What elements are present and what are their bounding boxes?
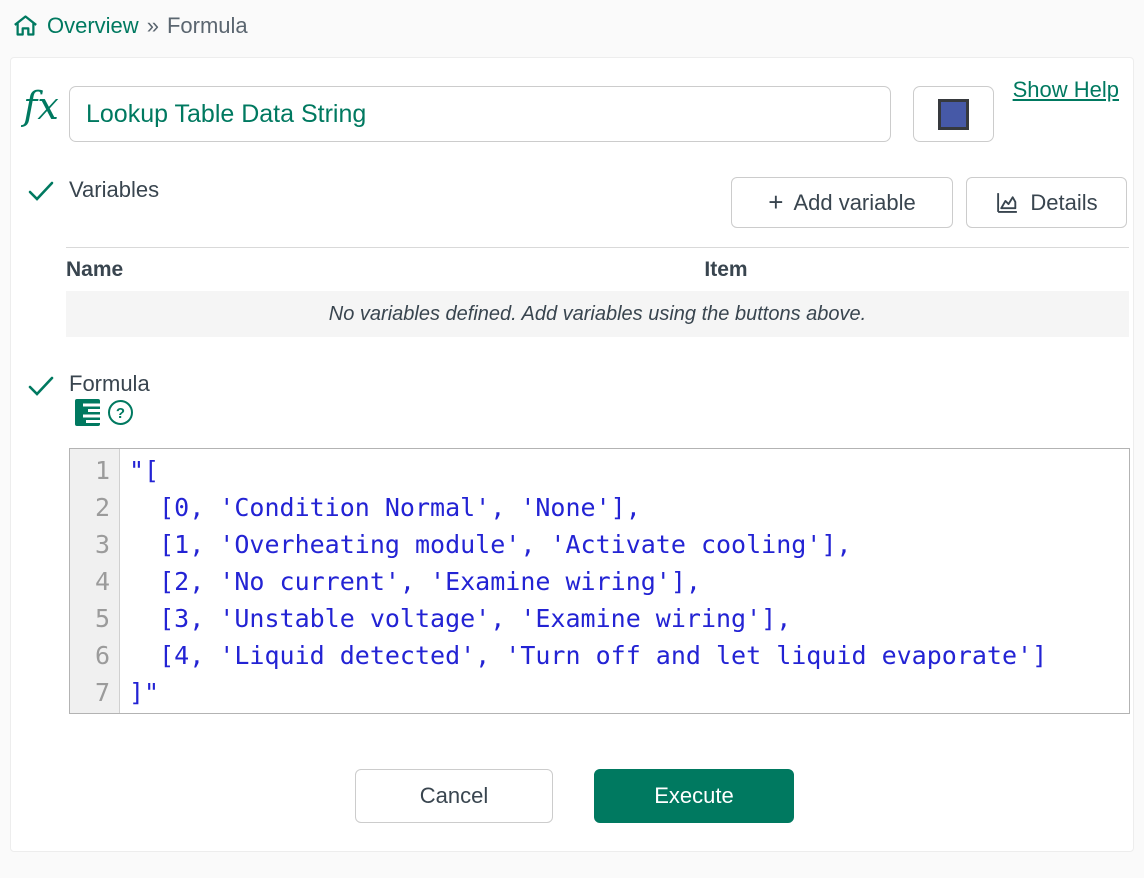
execute-button[interactable]: Execute [594, 769, 794, 823]
variables-check-icon [27, 180, 55, 202]
column-header-item: Item [323, 258, 1129, 282]
color-swatch [938, 99, 969, 130]
details-button[interactable]: Details [966, 177, 1127, 228]
formula-check-icon [27, 375, 55, 397]
variables-table-header: Name Item [66, 247, 1129, 291]
variables-empty-message: No variables defined. Add variables usin… [66, 291, 1129, 337]
formula-help-icon[interactable]: ? [107, 399, 134, 426]
execute-label: Execute [654, 783, 734, 809]
cancel-button[interactable]: Cancel [355, 769, 553, 823]
breadcrumb-separator: » [147, 13, 159, 39]
chart-details-icon [995, 190, 1020, 215]
editor-code[interactable]: "[ [0, 'Condition Normal', 'None'], [1, … [120, 449, 1129, 713]
breadcrumb-overview-link[interactable]: Overview [47, 13, 139, 39]
formula-name-input[interactable] [69, 86, 891, 142]
formula-section-title: Formula [69, 371, 150, 397]
add-variable-button[interactable]: + Add variable [731, 177, 953, 228]
formula-snippets-icon[interactable] [75, 398, 100, 427]
editor-gutter: 1234567 [70, 449, 120, 713]
color-picker-button[interactable] [913, 86, 994, 142]
home-icon[interactable] [12, 12, 39, 39]
cancel-label: Cancel [420, 783, 488, 809]
plus-icon: + [768, 189, 783, 215]
svg-text:?: ? [116, 405, 125, 422]
variables-table: Name Item No variables defined. Add vari… [66, 247, 1129, 337]
column-header-name: Name [66, 258, 323, 282]
breadcrumb: Overview » Formula [12, 12, 248, 39]
breadcrumb-current: Formula [167, 13, 248, 39]
fx-icon: fx [15, 84, 67, 128]
show-help-link[interactable]: Show Help [1013, 77, 1119, 103]
add-variable-label: Add variable [793, 190, 915, 216]
variables-section-title: Variables [69, 177, 159, 203]
formula-tool-panel: fx Show Help Variables + Add variable De… [10, 57, 1134, 852]
formula-code-editor[interactable]: 1234567 "[ [0, 'Condition Normal', 'None… [69, 448, 1130, 714]
details-label: Details [1030, 190, 1097, 216]
